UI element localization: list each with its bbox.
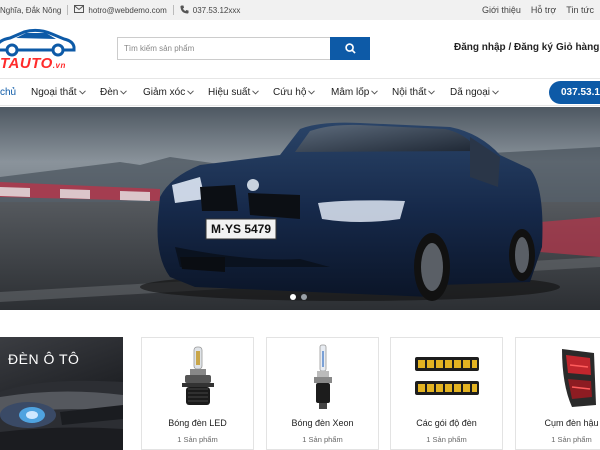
nav-item-home[interactable]: chủ [0,79,16,106]
nav-item-label: Cứu hộ [273,87,307,98]
address-text: Nghĩa, Đắk Nông [0,0,61,20]
search-button[interactable] [330,37,370,60]
nav-item-performance[interactable]: Hiệu suất [208,79,260,106]
address-label: Nghĩa, Đắk Nông [0,5,62,15]
nav-item-label: Đèn [100,87,119,98]
phone-icon [180,4,189,16]
promo-title: ĐÈN Ô TÔ [8,351,80,367]
category-count: 1 Sản phẩm [551,435,592,444]
email-item[interactable]: hotro@webdemo.com [74,0,167,20]
nav-item-exterior[interactable]: Ngoại thất [31,79,86,106]
cart-link[interactable]: Giỏ hàng / [556,42,600,53]
divider [67,5,69,15]
category-name: Bóng đèn LED [168,418,227,428]
nav-item-rescue[interactable]: Cứu hộ [273,79,316,106]
nav-item-label: Hiệu suất [208,87,251,98]
link-support[interactable]: Hỗ trợ [531,5,556,15]
nav-item-label: chủ [0,87,17,98]
email-label: hotro@webdemo.com [88,5,167,15]
xenon-bulb-image [267,342,378,414]
search-input[interactable] [117,37,330,60]
category-card-led[interactable]: Bóng đèn LED 1 Sản phẩm [141,337,254,450]
top-links: Giới thiệu Hỗ trợ Tin tức [482,0,594,20]
category-count: 1 Sản phẩm [302,435,343,444]
contact-info: Nghĩa, Đắk Nông hotro@webdemo.com 037.53… [0,0,240,20]
nav-item-interior[interactable]: Nội thất [392,79,436,106]
login-register-link[interactable]: Đăng nhập / Đăng ký [454,42,553,53]
led-bulb-image [142,342,253,414]
carousel-dots [290,294,307,300]
category-count: 1 Sản phẩm [426,435,467,444]
link-news[interactable]: Tin tức [566,5,594,15]
chevron-down-icon [428,87,436,98]
nav-item-label: Mâm lốp [331,87,370,98]
site-logo[interactable]: TAUTO.vn [0,28,84,78]
car-logo-icon [0,28,76,57]
chevron-down-icon [252,87,260,98]
carousel-dot[interactable] [301,294,307,300]
main-nav: chủ Ngoại thất Đèn Giảm xóc Hiệu suất Cứ… [0,78,600,106]
promo-banner[interactable]: ĐÈN Ô TÔ [0,337,123,450]
hero-banner[interactable]: M·YS 5479 [0,107,600,310]
nav-item-wheels[interactable]: Mâm lốp [331,79,379,106]
hotline-button[interactable]: 037.53.12 [549,81,600,104]
top-bar: Nghĩa, Đắk Nông hotro@webdemo.com 037.53… [0,0,600,20]
search-bar [117,37,370,60]
logo-text: TAUTO.vn [0,55,66,72]
nav-item-label: Giảm xóc [143,87,186,98]
plate-text: M·YS 5479 [210,222,272,236]
carousel-dot[interactable] [290,294,296,300]
tail-light-image [516,342,600,414]
light-kit-image [391,342,502,414]
nav-item-lights[interactable]: Đèn [100,79,128,106]
category-name: Các gói độ đèn [416,418,477,428]
nav-item-label: Dã ngoại [450,87,491,98]
logo-tld: .vn [52,61,66,70]
category-name: Bóng đèn Xeon [291,418,354,428]
chevron-down-icon [492,87,499,98]
chevron-down-icon [308,87,316,98]
logo-brand: TAUTO [0,55,53,72]
nav-item-camping[interactable]: Dã ngoại [450,79,499,106]
phone-item[interactable]: 037.53.12xxx [180,0,241,20]
category-card-light-kits[interactable]: Các gói độ đèn 1 Sản phẩm [390,337,503,450]
email-icon [74,5,85,15]
chevron-down-icon [78,87,86,98]
chevron-down-icon [120,87,128,98]
divider [172,5,174,15]
search-icon [344,43,356,54]
category-name: Cụm đèn hậu [544,418,599,428]
nav-item-label: Nội thất [392,87,427,98]
link-about[interactable]: Giới thiệu [482,5,521,15]
chevron-down-icon [371,87,379,98]
chevron-down-icon [187,87,195,98]
phone-label: 037.53.12xxx [192,5,241,15]
product-categories: ĐÈN Ô TÔ Bóng đèn LED 1 Sản phẩm Bóng đè… [0,336,600,450]
nav-item-label: Ngoại thất [31,87,77,98]
nav-item-suspension[interactable]: Giảm xóc [143,79,195,106]
category-card-xenon[interactable]: Bóng đèn Xeon 1 Sản phẩm [266,337,379,450]
category-card-tail-lights[interactable]: Cụm đèn hậu 1 Sản phẩm [515,337,600,450]
banner-car-image [0,107,600,310]
category-count: 1 Sản phẩm [177,435,218,444]
header: TAUTO.vn Đăng nhập / Đăng ký Giỏ hàng / [0,20,600,78]
